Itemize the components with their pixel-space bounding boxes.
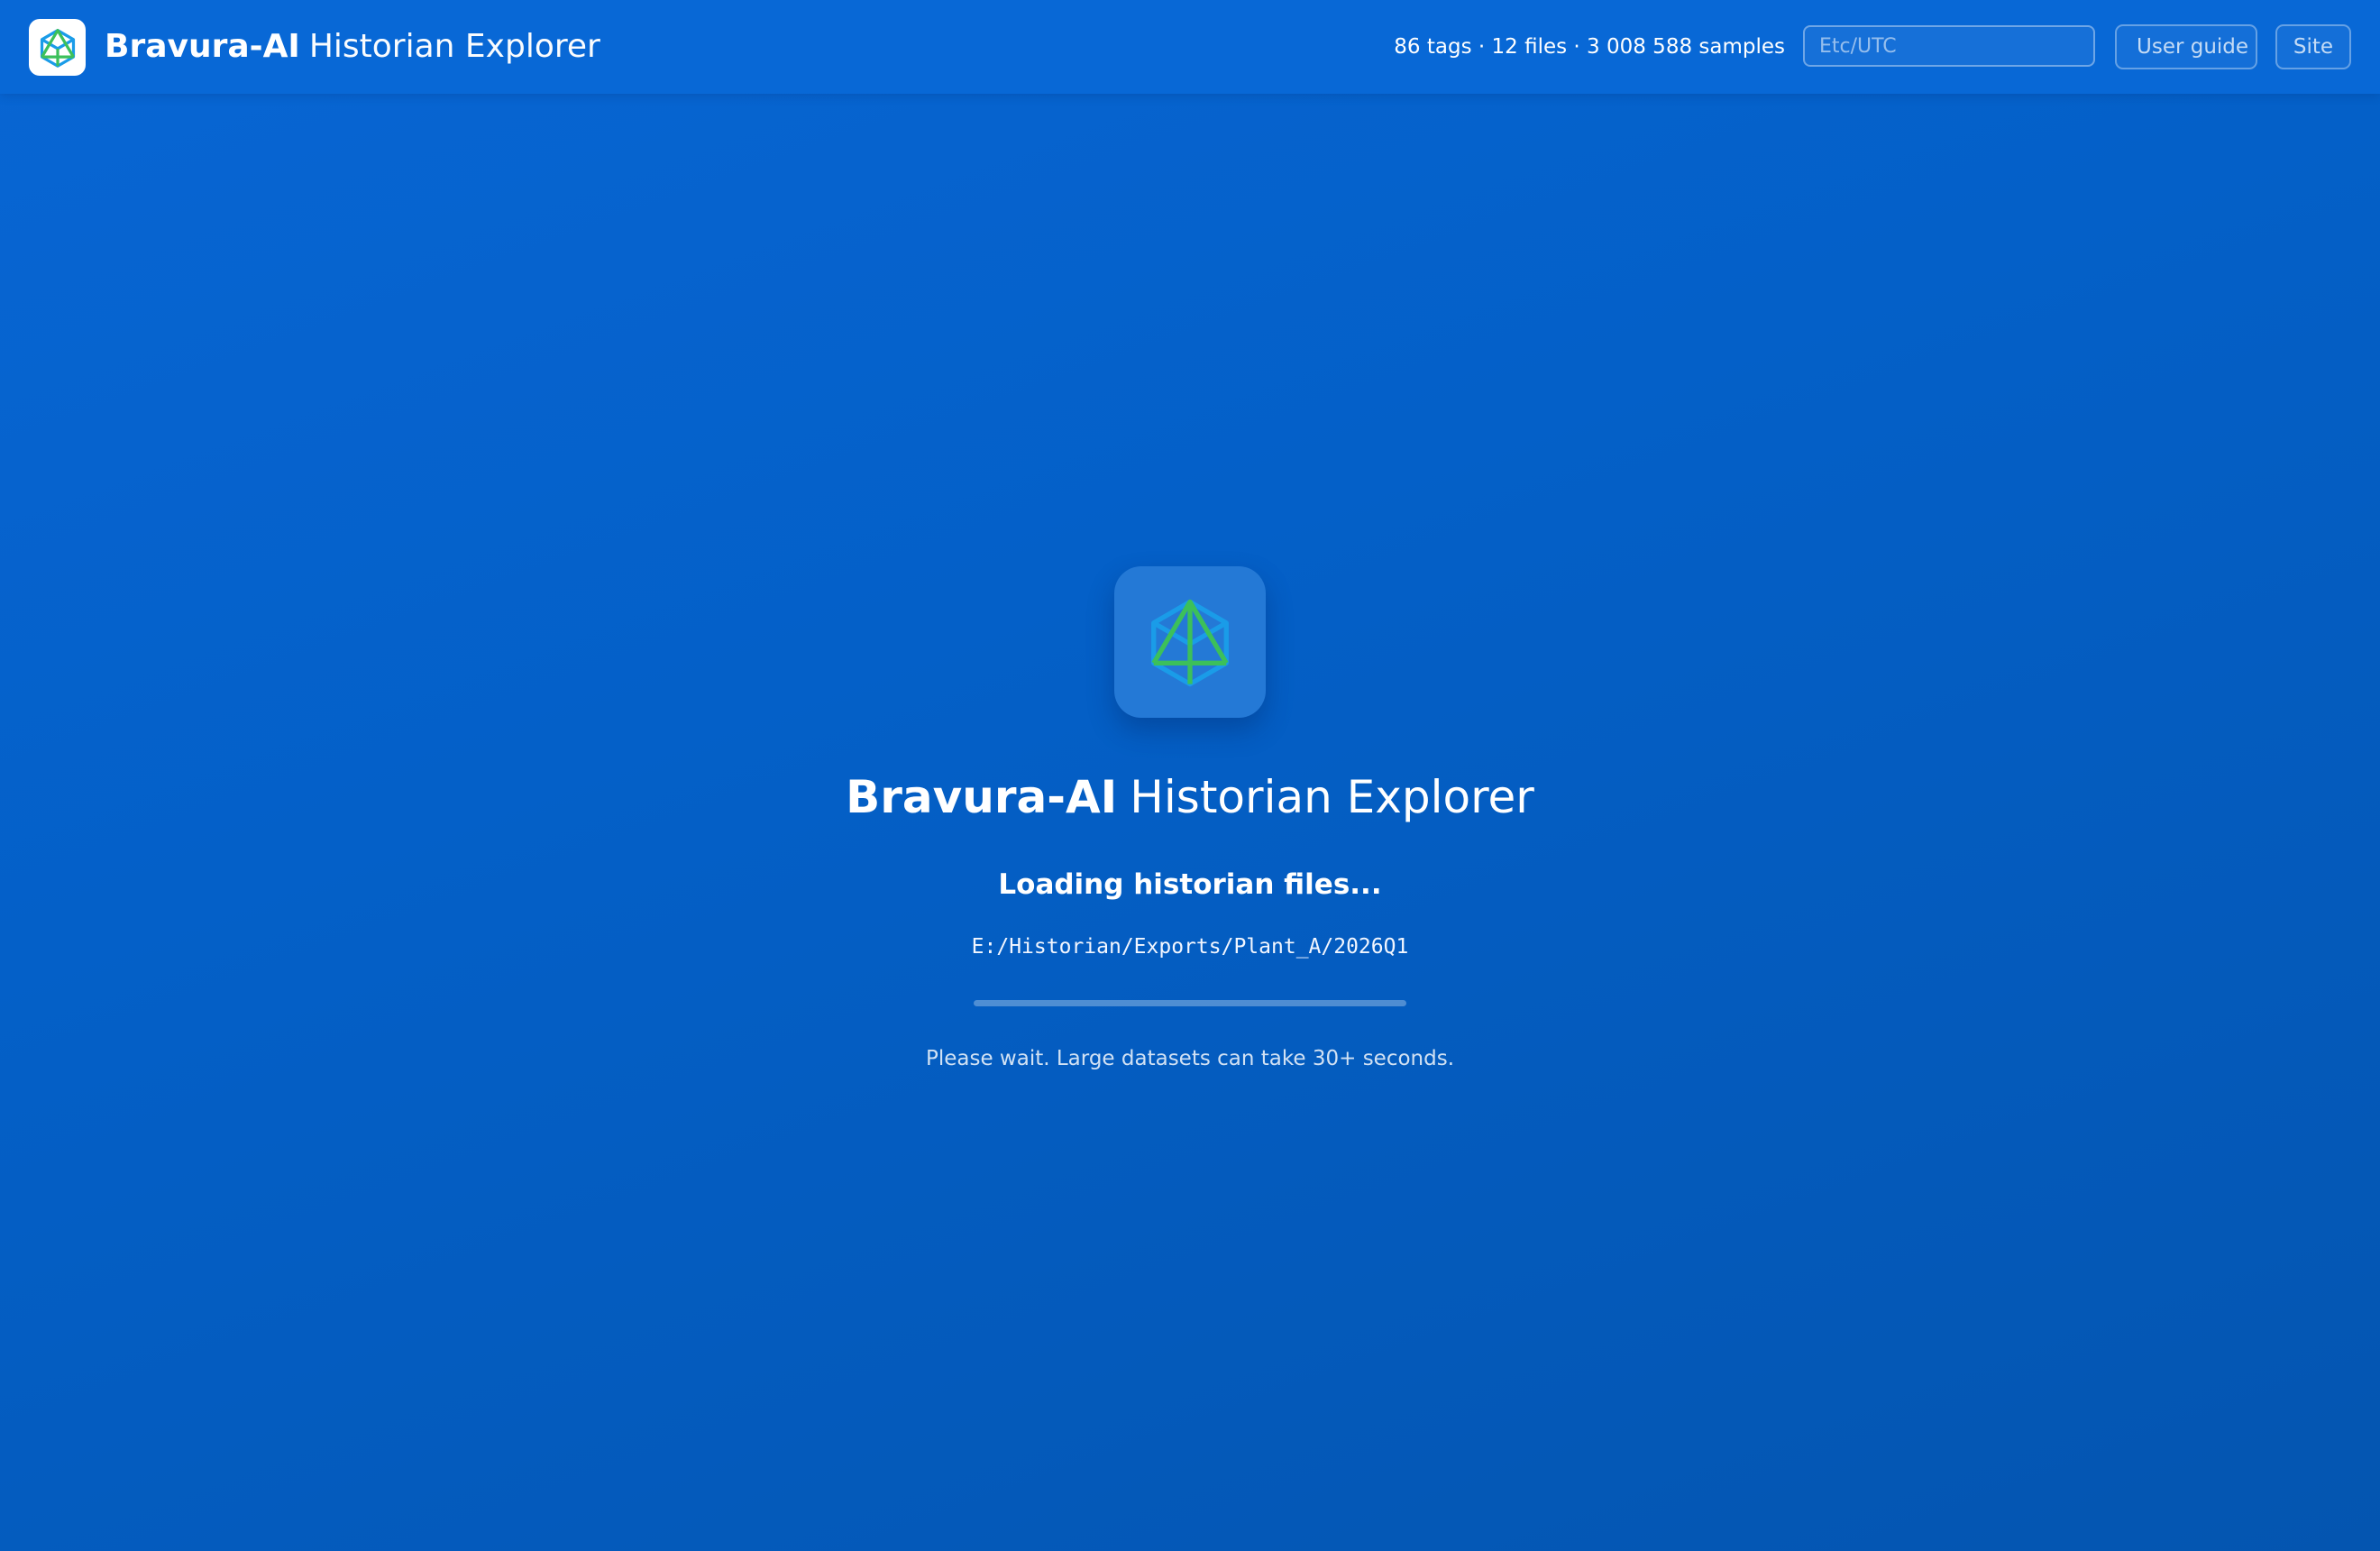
loader-title: Bravura-AI Historian Explorer xyxy=(0,765,2380,830)
app-icon-tile xyxy=(1114,566,1266,718)
brand-logo xyxy=(29,19,86,76)
loader-title-bold: Bravura-AI xyxy=(846,771,1118,823)
loading-status: Loading historian files... xyxy=(998,868,1382,901)
loading-path: E:/Historian/Exports/Plant_A/2026Q1 xyxy=(971,935,1409,959)
brand-name-light: Historian Explorer xyxy=(308,28,600,65)
brand-name-bold: Bravura-AI xyxy=(105,28,300,65)
progress-bar xyxy=(974,1000,1406,1006)
user-guide-button[interactable]: User guide xyxy=(2115,24,2257,69)
top-header: Bravura-AI Historian Explorer 86 tags · 1… xyxy=(0,0,2380,94)
bravura-cube-icon xyxy=(1151,599,1229,687)
brand-title: Bravura-AI Historian Explorer xyxy=(105,23,600,70)
loader-title-light: Historian Explorer xyxy=(1130,771,1534,823)
timezone-input[interactable] xyxy=(1803,25,2095,67)
site-button[interactable]: Site xyxy=(2275,24,2351,69)
bravura-cube-icon xyxy=(40,28,75,68)
loading-hint: Please wait. Large datasets can take 30+… xyxy=(925,1047,1455,1070)
dataset-stats: 86 tags · 12 files · 3 008 588 samples xyxy=(1394,35,1785,59)
